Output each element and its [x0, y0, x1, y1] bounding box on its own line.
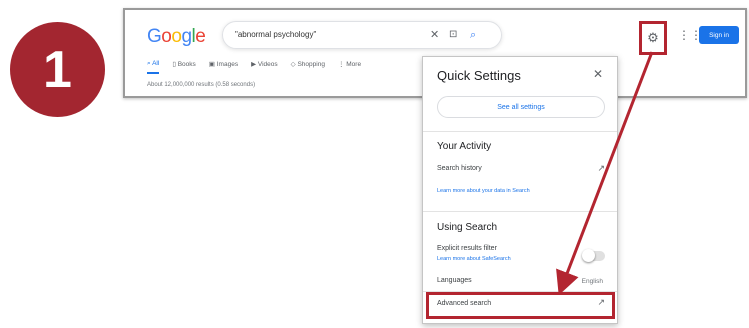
arrow-line [556, 51, 654, 296]
callout-arrow [556, 51, 654, 296]
